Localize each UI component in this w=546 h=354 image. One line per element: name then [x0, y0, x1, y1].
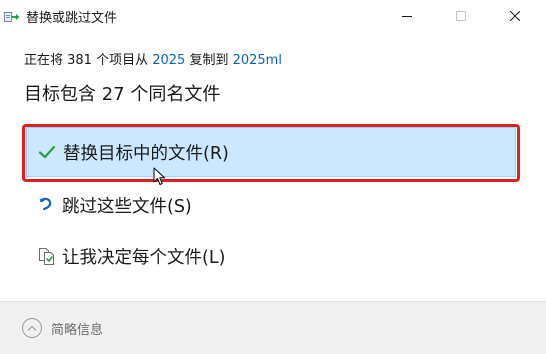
maximize-icon: [456, 6, 466, 25]
fewer-details-toggle[interactable]: 简略信息: [22, 317, 103, 339]
title-bar: 替换或跳过文件: [0, 0, 546, 32]
copy-summary: 正在将 381 个项目从 2025 复制到 2025ml: [24, 49, 282, 68]
skip-arrow-icon: [34, 193, 58, 217]
close-icon: [509, 6, 521, 25]
mouse-cursor-icon: [153, 167, 167, 187]
decide-each-file-option[interactable]: 让我决定每个文件(L): [26, 231, 516, 281]
maximize-button: [438, 0, 484, 30]
summary-middle: 复制到: [185, 53, 233, 68]
skip-files-label: 跳过这些文件(S): [62, 196, 192, 217]
minimize-icon: [402, 6, 412, 25]
fewer-details-label: 简略信息: [51, 322, 104, 338]
checkmark-icon: [35, 140, 59, 164]
close-button[interactable]: [492, 0, 538, 30]
compare-files-icon: [34, 244, 58, 268]
destination-folder-link[interactable]: 2025ml: [233, 53, 282, 68]
window-title: 替换或跳过文件: [26, 11, 118, 26]
chevron-up-icon: [22, 318, 42, 338]
replace-files-option[interactable]: 替换目标中的文件(R): [26, 127, 516, 177]
file-transfer-icon: [4, 9, 20, 23]
dialog-footer: 简略信息: [0, 301, 546, 354]
conflict-heading: 目标包含 27 个同名文件: [24, 84, 221, 105]
decide-each-file-label: 让我决定每个文件(L): [62, 247, 226, 268]
summary-prefix: 正在将 381 个项目从: [24, 53, 153, 68]
minimize-button[interactable]: [384, 0, 430, 30]
source-folder-link[interactable]: 2025: [152, 53, 185, 68]
replace-files-label: 替换目标中的文件(R): [63, 143, 229, 164]
replace-or-skip-dialog: 替换或跳过文件 正在将 381 个项目从 2025 复制到 2025ml 目标包…: [0, 0, 546, 354]
skip-files-option[interactable]: 跳过这些文件(S): [26, 180, 516, 230]
